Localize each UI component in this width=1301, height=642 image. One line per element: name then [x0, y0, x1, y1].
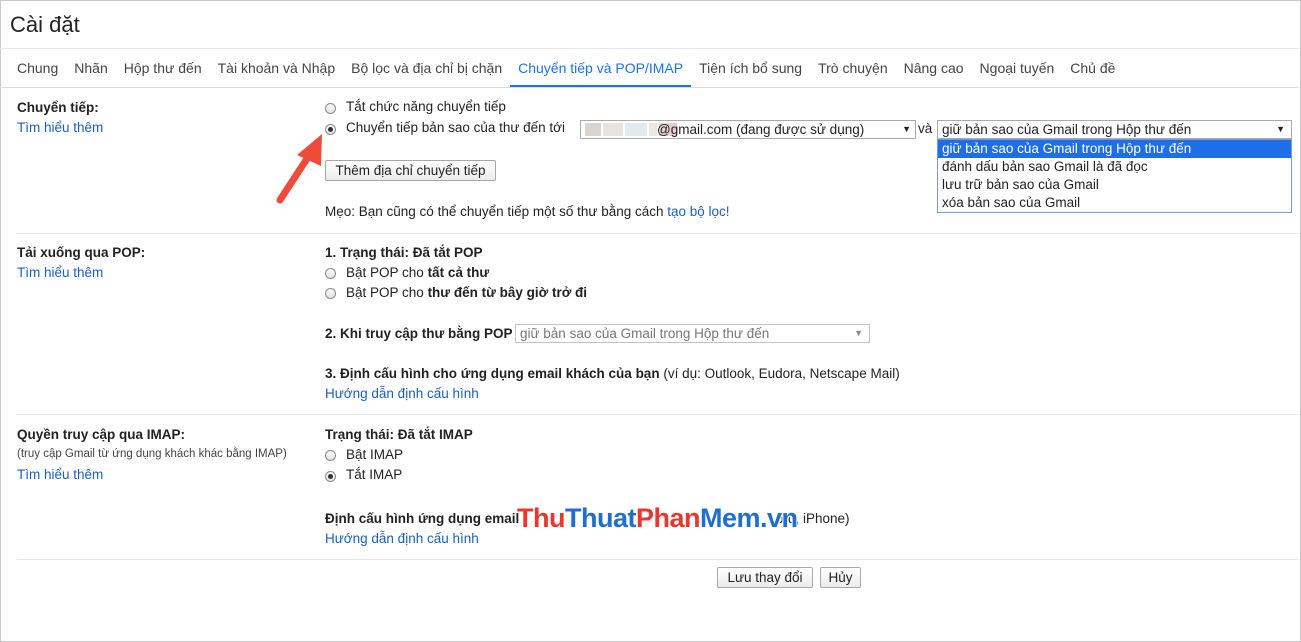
pop-config-guide-link[interactable]: Hướng dẫn định cấu hình: [325, 386, 479, 401]
pop-new-mail-prefix: Bật POP cho: [346, 285, 424, 300]
pop-new-mail-radio[interactable]: [325, 288, 336, 299]
pop-new-mail-label: Bật POP cho thư đến từ bây giờ trở đi: [346, 285, 587, 300]
pop-config-bold: 3. Định cấu hình cho ứng dụng email khác…: [325, 366, 660, 381]
settings-tabs: Chung Nhãn Hộp thư đến Tài khoản và Nhập…: [9, 48, 1123, 88]
imap-sublabel: (truy cập Gmail từ ứng dụng khách khác b…: [17, 448, 287, 460]
tab-advanced[interactable]: Nâng cao: [896, 48, 972, 88]
section-divider: [17, 559, 1299, 560]
redacted-email-block: [625, 123, 647, 136]
forward-email-select[interactable]: @gmail.com (đang được sử dụng) ▼: [580, 120, 916, 139]
imap-config-bold: Định cấu hình ứng dụng email: [325, 511, 520, 526]
imap-config-guide-link[interactable]: Hướng dẫn định cấu hình: [325, 531, 479, 546]
dropdown-option-delete[interactable]: xóa bản sao của Gmail: [938, 194, 1291, 212]
pop-all-mail-bold: tất cả thư: [427, 265, 490, 280]
pop-all-mail-label: Bật POP cho tất cả thư: [346, 265, 489, 280]
tab-offline[interactable]: Ngoại tuyến: [972, 48, 1063, 88]
chevron-down-icon: ▼: [902, 124, 911, 134]
chevron-down-icon: ▼: [1276, 124, 1285, 134]
forwarding-disable-label: Tắt chức năng chuyển tiếp: [346, 99, 506, 114]
pop-all-mail-prefix: Bật POP cho: [346, 265, 424, 280]
tab-labels[interactable]: Nhãn: [66, 48, 115, 88]
tab-accounts-import[interactable]: Tài khoản và Nhập: [210, 48, 344, 88]
imap-enable-label: Bật IMAP: [346, 447, 404, 462]
tab-inbox[interactable]: Hộp thư đến: [116, 48, 210, 88]
add-forwarding-address-button[interactable]: Thêm địa chỉ chuyển tiếp: [325, 160, 496, 181]
tab-forwarding-pop-imap[interactable]: Chuyển tiếp và POP/IMAP: [510, 48, 692, 88]
tabs-divider: [0, 87, 1299, 88]
dropdown-option-mark-read[interactable]: đánh dấu bản sao Gmail là đã đọc: [938, 158, 1291, 176]
chevron-down-icon: ▼: [854, 328, 863, 338]
pop-label: Tải xuống qua POP:: [17, 245, 146, 260]
pop-new-mail-bold: thư đến từ bây giờ trở đi: [427, 285, 588, 300]
and-label: và: [918, 121, 933, 136]
tab-general[interactable]: Chung: [9, 48, 66, 88]
redacted-email-block: [585, 123, 601, 136]
forward-action-select[interactable]: giữ bản sao của Gmail trong Hộp thư đến …: [937, 120, 1292, 139]
dropdown-option-archive[interactable]: lưu trữ bản sao của Gmail: [938, 176, 1291, 194]
imap-disable-label: Tắt IMAP: [346, 467, 403, 482]
section-divider: [17, 233, 1299, 234]
tab-addons[interactable]: Tiện ích bổ sung: [691, 48, 810, 88]
section-divider: [17, 414, 1299, 415]
forwarding-label: Chuyển tiếp:: [17, 100, 99, 115]
imap-label: Quyền truy cập qua IMAP:: [17, 427, 186, 442]
forward-email-suffix: @gmail.com (đang được sử dụng): [657, 122, 865, 137]
pop-status: 1. Trạng thái: Đã tắt POP: [325, 245, 483, 260]
cancel-button[interactable]: Hủy: [820, 567, 861, 588]
forwarding-tip: Mẹo: Bạn cũng có thể chuyển tiếp một số …: [325, 204, 730, 219]
imap-learn-more-link[interactable]: Tìm hiểu thêm: [17, 467, 103, 482]
pop-access-selected: giữ bản sao của Gmail trong Hộp thư đến: [520, 326, 770, 341]
pop-config-rest: (ví dụ: Outlook, Eudora, Netscape Mail): [663, 366, 900, 381]
redacted-email-block: [603, 123, 623, 136]
tab-themes[interactable]: Chủ đề: [1062, 48, 1123, 88]
forward-action-dropdown: giữ bản sao của Gmail trong Hộp thư đến …: [937, 139, 1292, 213]
forwarding-learn-more-link[interactable]: Tìm hiểu thêm: [17, 120, 103, 135]
redacted-email-block: [649, 123, 657, 136]
page-title: Cài đặt: [10, 12, 80, 37]
settings-frame: [0, 0, 1301, 642]
imap-enable-radio[interactable]: [325, 450, 336, 461]
pop-access-select[interactable]: giữ bản sao của Gmail trong Hộp thư đến …: [515, 324, 870, 343]
pop-config-line: 3. Định cấu hình cho ứng dụng email khác…: [325, 366, 900, 381]
pop-access-label: 2. Khi truy cập thư bằng POP: [325, 326, 513, 341]
forwarding-tip-text: Mẹo: Bạn cũng có thể chuyển tiếp một số …: [325, 204, 664, 219]
dropdown-option-keep[interactable]: giữ bản sao của Gmail trong Hộp thư đến: [938, 140, 1291, 158]
create-filter-link[interactable]: tạo bộ lọc!: [667, 204, 729, 219]
pop-all-mail-radio[interactable]: [325, 268, 336, 279]
forwarding-enable-label: Chuyển tiếp bản sao của thư đến tới: [346, 120, 566, 135]
tab-filters-blocked[interactable]: Bộ lọc và địa chỉ bị chặn: [343, 48, 510, 88]
save-changes-button[interactable]: Lưu thay đổi: [717, 567, 813, 588]
forwarding-disable-radio[interactable]: [325, 103, 336, 114]
imap-disable-radio[interactable]: [325, 471, 336, 482]
pop-learn-more-link[interactable]: Tìm hiểu thêm: [17, 265, 103, 280]
imap-status: Trạng thái: Đã tắt IMAP: [325, 427, 473, 442]
forward-action-selected: giữ bản sao của Gmail trong Hộp thư đến: [942, 122, 1192, 137]
tab-chat[interactable]: Trò chuyện: [810, 48, 896, 88]
watermark-logo: ThuThuatPhanMem.vn: [517, 503, 798, 533]
